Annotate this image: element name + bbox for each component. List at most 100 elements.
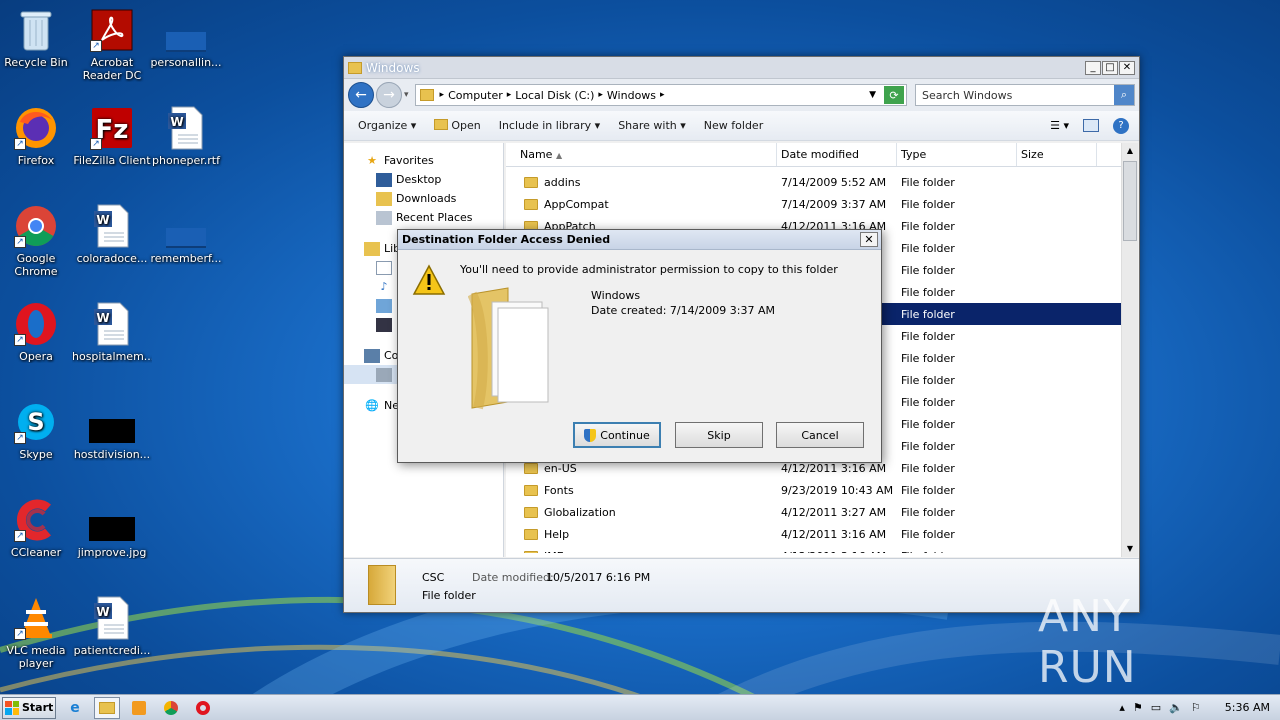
- network-status-icon[interactable]: ▭: [1151, 701, 1161, 714]
- view-options-icon[interactable]: ☰ ▾: [1050, 119, 1069, 132]
- dialog-message: You'll need to provide administrator per…: [460, 263, 838, 276]
- file-date: 7/14/2009 3:37 AM: [781, 197, 887, 211]
- forward-button[interactable]: →: [376, 82, 402, 108]
- column-date-modified[interactable]: Date modified: [777, 143, 897, 166]
- desktop-icon-personallin[interactable]: personallin...: [146, 6, 226, 69]
- include-in-library-menu[interactable]: Include in library ▾: [499, 119, 600, 132]
- desktop-icon-jimprove[interactable]: jimprove.jpg: [72, 496, 152, 559]
- desktop-icon-recycle-bin[interactable]: Recycle Bin: [0, 6, 76, 69]
- file-type: File folder: [901, 285, 955, 299]
- volume-icon[interactable]: 🔈: [1169, 701, 1183, 714]
- table-row[interactable]: Fonts 9/23/2019 10:43 AM File folder: [506, 479, 1138, 501]
- chrome-taskbar-icon[interactable]: [158, 697, 184, 719]
- preview-pane-icon[interactable]: [1083, 119, 1099, 132]
- search-icon[interactable]: ⌕: [1114, 85, 1134, 105]
- breadcrumb-computer[interactable]: Computer: [448, 89, 503, 102]
- word-document-icon: W: [162, 104, 210, 152]
- clock[interactable]: 5:36 AM: [1225, 701, 1270, 714]
- desktop-icon-phoneper[interactable]: W phoneper.rtf: [146, 104, 226, 167]
- icon-label: Opera: [19, 350, 53, 363]
- column-name[interactable]: Name ▲: [506, 143, 777, 166]
- table-row[interactable]: Help 4/12/2011 3:16 AM File folder: [506, 523, 1138, 545]
- organize-menu[interactable]: Organize ▾: [358, 119, 416, 132]
- image-thumbnail-icon: [88, 496, 136, 544]
- address-dropdown-icon[interactable]: ▼: [869, 90, 876, 100]
- drive-icon: [376, 367, 392, 382]
- nav-recent-places[interactable]: Recent Places: [344, 208, 503, 227]
- desktop-icon-rememberf[interactable]: rememberf...: [146, 202, 226, 265]
- scroll-thumb[interactable]: [1123, 161, 1137, 241]
- windows-explorer-icon[interactable]: [94, 696, 120, 719]
- maximize-button[interactable]: □: [1102, 60, 1118, 75]
- share-with-menu[interactable]: Share with ▾: [618, 119, 686, 132]
- icon-label: Google Chrome: [14, 252, 58, 278]
- breadcrumb-arrow-icon: ▸: [660, 90, 665, 100]
- nav-desktop[interactable]: Desktop: [344, 170, 503, 189]
- column-size[interactable]: Size: [1017, 143, 1097, 166]
- table-row[interactable]: IME 4/12/2011 3:16 AMFile folder: [506, 545, 1138, 553]
- back-button[interactable]: ←: [348, 82, 374, 108]
- access-denied-dialog[interactable]: Destination Folder Access Denied ✕ You'l…: [397, 229, 882, 463]
- media-player-icon[interactable]: [126, 697, 152, 719]
- desktop-icon-firefox[interactable]: ↗ Firefox: [0, 104, 76, 167]
- desktop-icon-ccleaner[interactable]: ↗ CCleaner: [0, 496, 76, 559]
- window-titlebar[interactable]: Windows _ □ ✕: [344, 57, 1139, 79]
- scroll-down-button[interactable]: ▼: [1122, 541, 1138, 557]
- column-type[interactable]: Type: [897, 143, 1017, 166]
- dialog-close-button[interactable]: ✕: [860, 232, 878, 247]
- show-hidden-icons-icon[interactable]: ▴: [1119, 701, 1125, 714]
- command-bar: Organize ▾ Open Include in library ▾ Sha…: [344, 111, 1139, 141]
- opera-taskbar-icon[interactable]: [190, 697, 216, 719]
- desktop-icon-vlc[interactable]: ↗ VLC media player: [0, 594, 76, 670]
- scroll-up-button[interactable]: ▲: [1122, 143, 1138, 159]
- folder-icon: [524, 176, 538, 188]
- desktop-icon-skype[interactable]: S ↗ Skype: [0, 398, 76, 461]
- desktop-icon-coloradoce[interactable]: W coloradoce...: [72, 202, 152, 265]
- details-date: 10/5/2017 6:16 PM: [546, 571, 651, 584]
- table-row[interactable]: Globalization 4/12/2011 3:27 AM File folde…: [506, 501, 1138, 523]
- file-name: addins: [544, 175, 581, 189]
- file-type: File folder: [901, 395, 955, 409]
- desktop-icon-opera[interactable]: ↗ Opera: [0, 300, 76, 363]
- folder-date-created: Date created: 7/14/2009 3:37 AM: [591, 304, 776, 317]
- desktop-icon-filezilla[interactable]: Fz ↗ FileZilla Client: [72, 104, 152, 167]
- start-button[interactable]: Start: [2, 696, 56, 719]
- details-date-label: Date modified:: [472, 571, 554, 584]
- breadcrumb-windows[interactable]: Windows: [607, 89, 656, 102]
- minimize-button[interactable]: _: [1085, 60, 1101, 75]
- word-document-icon: W: [88, 202, 136, 250]
- open-button[interactable]: Open: [434, 119, 481, 132]
- documents-icon: [376, 260, 392, 275]
- continue-button[interactable]: Continue: [573, 422, 661, 448]
- desktop-icon-hostdivision[interactable]: hostdivision...: [72, 398, 152, 461]
- downloads-icon: [376, 191, 392, 206]
- desktop-icon-hospitalmem[interactable]: W hospitalmem...: [72, 300, 152, 363]
- nav-downloads[interactable]: Downloads: [344, 189, 503, 208]
- help-icon[interactable]: ?: [1113, 117, 1129, 134]
- skip-button[interactable]: Skip: [675, 422, 763, 448]
- new-folder-button[interactable]: New folder: [704, 119, 763, 132]
- recent-places-icon: [376, 210, 392, 225]
- flag-icon[interactable]: ⚐: [1191, 701, 1201, 714]
- details-pane: CSC Date modified: 10/5/2017 6:16 PM Fil…: [344, 558, 1139, 612]
- address-input[interactable]: ▸ Computer ▸ Local Disk (C:) ▸ Windows ▸…: [414, 84, 907, 106]
- desktop-icon-google-chrome[interactable]: ↗ Google Chrome: [0, 202, 76, 278]
- table-row[interactable]: AppCompat 7/14/2009 3:37 AM File folder: [506, 193, 1138, 215]
- cancel-button[interactable]: Cancel: [776, 422, 864, 448]
- close-button[interactable]: ✕: [1119, 60, 1135, 75]
- icon-label: phoneper.rtf: [152, 154, 220, 167]
- nav-favorites[interactable]: ★ Favorites: [344, 151, 503, 170]
- refresh-icon[interactable]: ⟳: [884, 86, 904, 104]
- table-row[interactable]: addins 7/14/2009 5:52 AM File folder: [506, 171, 1138, 193]
- breadcrumb-local-disk[interactable]: Local Disk (C:): [515, 89, 594, 102]
- action-center-icon[interactable]: ⚑: [1133, 701, 1143, 714]
- dialog-titlebar[interactable]: Destination Folder Access Denied ✕: [398, 230, 881, 250]
- icon-label: coloradoce...: [76, 252, 148, 265]
- vertical-scrollbar[interactable]: ▲ ▼: [1121, 143, 1138, 557]
- desktop-icon-patientcredi[interactable]: W patientcredi...: [72, 594, 152, 657]
- desktop-icon-acrobat-reader[interactable]: ↗ Acrobat Reader DC: [72, 6, 152, 82]
- internet-explorer-icon[interactable]: e: [62, 697, 88, 719]
- folder-icon: [348, 61, 362, 74]
- chevron-down-icon[interactable]: ▾: [404, 90, 409, 100]
- search-input[interactable]: Search Windows ⌕: [915, 84, 1135, 106]
